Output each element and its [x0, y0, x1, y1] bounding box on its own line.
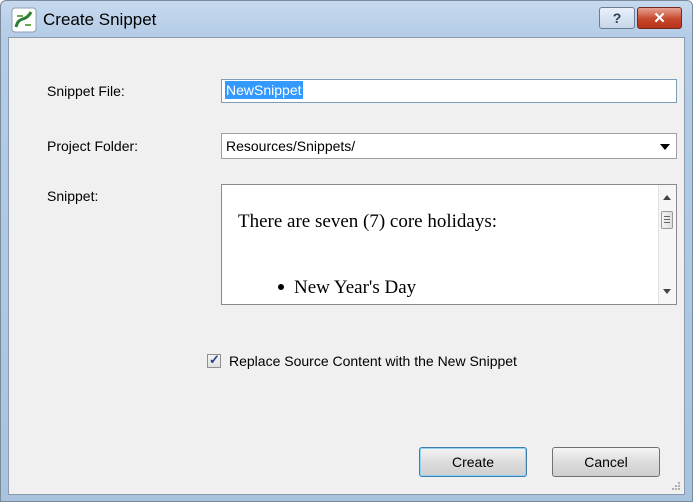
snippet-file-label: Snippet File: — [47, 83, 125, 99]
snippet-label: Snippet: — [47, 188, 99, 204]
title-bar: Create Snippet ? ✕ — [1, 1, 692, 37]
snippet-list-item-text: New Year's Day — [294, 277, 417, 298]
snippet-list-item: New Year's Day — [278, 277, 416, 299]
checkmark-icon: ✓ — [209, 352, 220, 367]
help-button[interactable]: ? — [599, 7, 635, 29]
window-title: Create Snippet — [43, 10, 157, 29]
snippet-file-input[interactable]: NewSnippet — [221, 79, 677, 103]
project-folder-select[interactable]: Resources/Snippets/ — [221, 133, 677, 159]
project-folder-label: Project Folder: — [47, 138, 139, 154]
cancel-button[interactable]: Cancel — [552, 447, 660, 477]
project-folder-value: Resources/Snippets/ — [226, 138, 356, 154]
snippet-scrollbar[interactable] — [658, 185, 676, 304]
dropdown-arrow-icon[interactable] — [660, 144, 670, 150]
resize-grip-icon[interactable] — [671, 481, 681, 491]
scroll-thumb[interactable] — [661, 211, 673, 229]
close-button[interactable]: ✕ — [637, 7, 682, 29]
scroll-up-icon[interactable] — [663, 195, 671, 200]
snippet-file-value: NewSnippet — [225, 81, 303, 99]
create-snippet-dialog: Create Snippet ? ✕ Snippet File: NewSnip… — [0, 0, 693, 502]
replace-source-checkbox[interactable]: ✓ — [207, 352, 221, 368]
scroll-down-icon[interactable] — [663, 289, 671, 294]
app-icon — [11, 7, 37, 33]
bullet-icon — [278, 283, 284, 290]
snippet-preview[interactable]: There are seven (7) core holidays: New Y… — [221, 184, 677, 305]
snippet-paragraph: There are seven (7) core holidays: — [238, 211, 498, 232]
create-button[interactable]: Create — [419, 447, 527, 477]
dialog-body: Snippet File: NewSnippet Project Folder:… — [8, 37, 685, 495]
close-icon: ✕ — [653, 10, 666, 27]
replace-source-label[interactable]: Replace Source Content with the New Snip… — [229, 353, 517, 369]
help-icon: ? — [612, 10, 622, 26]
